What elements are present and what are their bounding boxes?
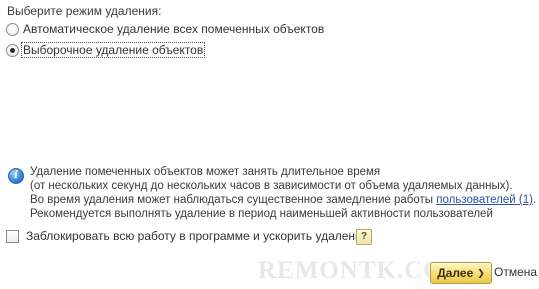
info-line-3: Во время удаления может наблюдаться суще… xyxy=(30,193,536,207)
next-button-label: Далее xyxy=(437,266,474,280)
radio-auto-delete[interactable]: Автоматическое удаление всех помеченных … xyxy=(6,21,325,37)
arrow-right-icon: ❯ xyxy=(477,267,485,278)
info-line-2: (от нескольких секунд до нескольких часо… xyxy=(30,180,513,192)
radio-selective-label[interactable]: Выборочное удаление объектов xyxy=(20,42,206,58)
info-icon: i xyxy=(8,168,24,184)
lock-work-label[interactable]: Заблокировать всю работу в программе и у… xyxy=(26,229,368,243)
info-line-3-prefix: Во время удаления может наблюдаться суще… xyxy=(30,194,437,206)
info-line-3-suffix: . xyxy=(532,194,537,206)
info-line-4: Рекомендуется выполнять удаление в перио… xyxy=(30,208,493,220)
lock-work-checkbox[interactable] xyxy=(6,229,19,243)
lock-work-option[interactable]: Заблокировать всю работу в программе и у… xyxy=(6,228,368,244)
info-line-1: Удаление помеченных объектов может занят… xyxy=(30,166,381,178)
info-message: Удаление помеченных объектов может занят… xyxy=(30,165,536,221)
cancel-button[interactable]: Отмена xyxy=(494,262,539,282)
help-icon[interactable]: ? xyxy=(356,229,372,245)
radio-selective-delete[interactable]: Выборочное удаление объектов xyxy=(6,42,206,58)
deletion-mode-title: Выберите режим удаления: xyxy=(7,4,162,18)
radio-button-auto[interactable] xyxy=(6,22,19,36)
radio-auto-label[interactable]: Автоматическое удаление всех помеченных … xyxy=(22,22,325,36)
users-link[interactable]: пользователей (1) xyxy=(436,194,533,206)
cancel-button-label: Отмена xyxy=(494,265,538,279)
radio-button-selective[interactable] xyxy=(6,43,19,57)
next-button[interactable]: Далее ❯ xyxy=(430,262,492,284)
delete-marked-objects-dialog: Выберите режим удаления: Автоматическое … xyxy=(0,0,539,289)
